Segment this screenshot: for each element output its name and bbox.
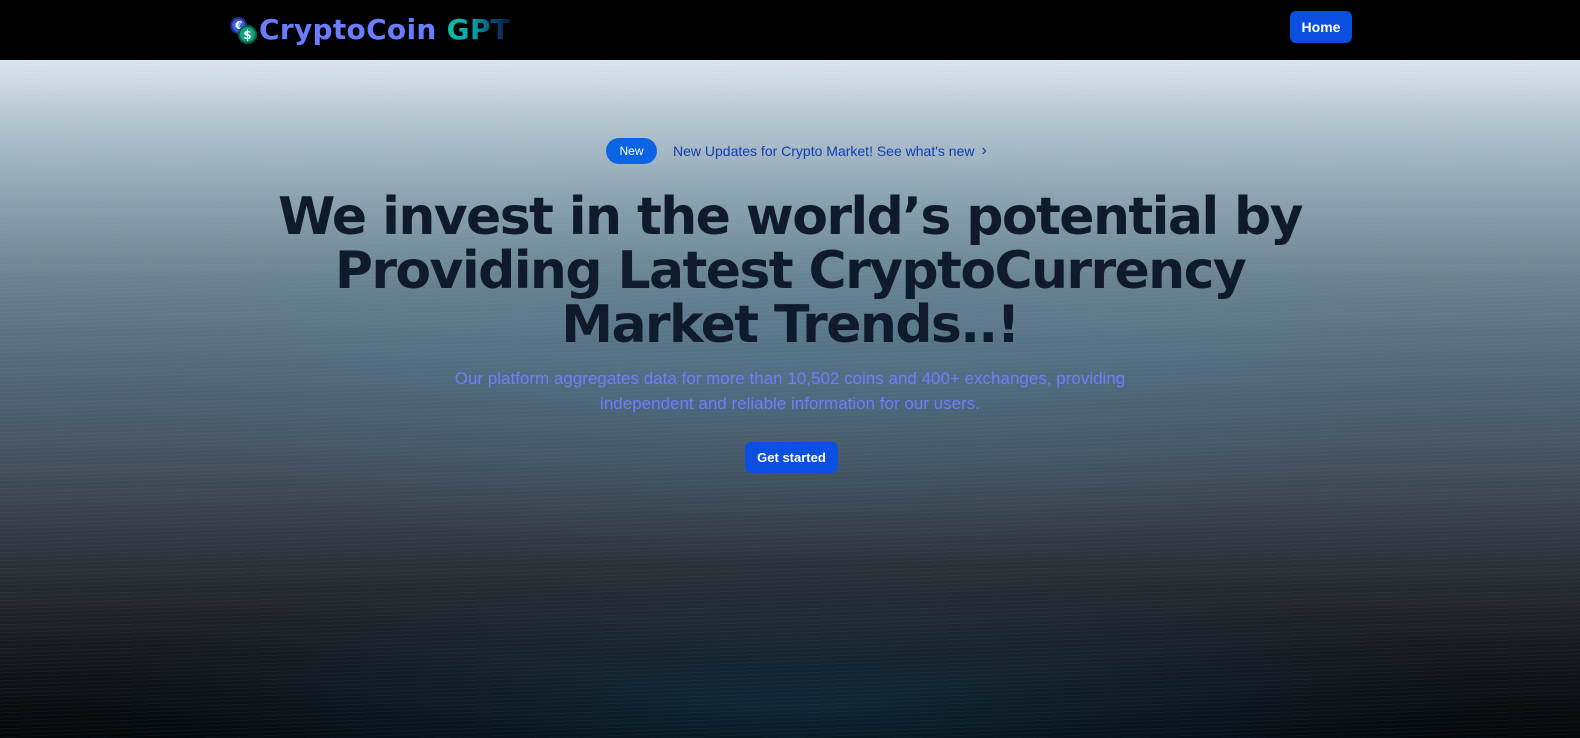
hero-headline: We invest in the world’s potential by Pr… (278, 187, 1304, 355)
brand-name-word: CryptoCoin (259, 13, 437, 46)
brand-name-suffix: GPT (446, 13, 511, 46)
coins-icon: € $ (230, 16, 258, 44)
brand-logo[interactable]: € $ CryptoCoin GPT (230, 12, 510, 48)
announcement-text: New Updates for Crypto Market! See what'… (673, 143, 975, 159)
announcement-link[interactable]: New Updates for Crypto Market! See what'… (673, 142, 987, 160)
hero-subheadline: Our platform aggregates data for more th… (454, 369, 1126, 413)
get-started-button[interactable]: Get started (745, 442, 838, 473)
chevron-right-icon: › (981, 142, 987, 159)
new-badge: New (606, 138, 657, 164)
hero-section: New New Updates for Crypto Market! See w… (0, 60, 1580, 738)
brand-name: CryptoCoin GPT (259, 12, 510, 48)
navbar: € $ CryptoCoin GPT Home (0, 0, 1580, 60)
announcement-bar: New New Updates for Crypto Market! See w… (606, 138, 987, 164)
home-button[interactable]: Home (1290, 11, 1352, 43)
